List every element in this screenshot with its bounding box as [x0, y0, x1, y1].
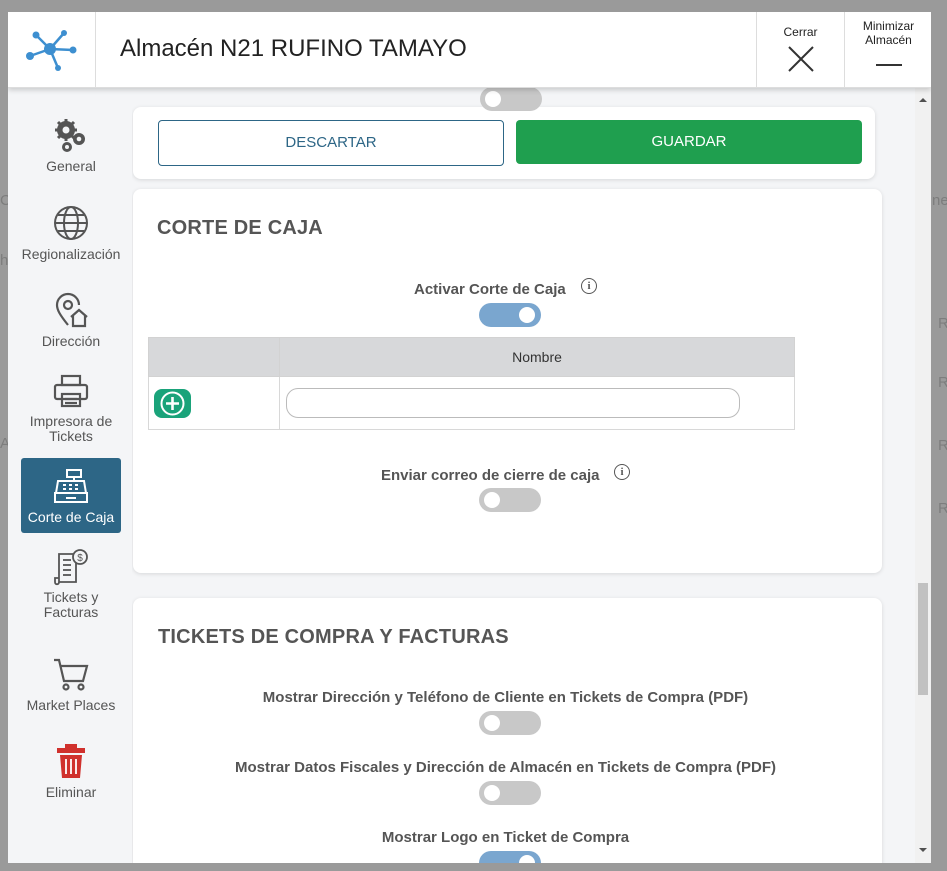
app-logo: [8, 12, 96, 87]
close-button[interactable]: Cerrar: [756, 12, 844, 87]
close-icon: [787, 46, 814, 72]
section-title: CORTE DE CAJA: [157, 217, 323, 239]
datos-fiscales-toggle[interactable]: [479, 781, 541, 805]
option-label: Mostrar Dirección y Teléfono de Cliente …: [262, 689, 749, 706]
option-label: Mostrar Datos Fiscales y Dirección de Al…: [234, 759, 776, 776]
enviar-correo-label: Enviar correo de cierre de caja: [381, 467, 600, 484]
sidebar-item-corte-caja[interactable]: Corte de Caja: [21, 458, 121, 533]
minimize-icon: [875, 64, 902, 66]
minimize-label: Minimizar Almacén: [862, 19, 915, 47]
corte-caja-card: CORTE DE CAJA Activar Corte de Caja i No…: [133, 189, 882, 573]
trash-icon: [57, 744, 85, 778]
svg-text:$: $: [77, 553, 83, 564]
option-label: Mostrar Logo en Ticket de Compra: [381, 829, 630, 846]
sidebar-item-label: Dirección: [41, 333, 101, 349]
actions-card: DESCARTAR GUARDAR: [133, 88, 875, 179]
background-text: ne: [932, 192, 947, 209]
gears-icon: [55, 119, 85, 152]
cash-register-icon: [54, 469, 88, 503]
minimize-button[interactable]: Minimizar Almacén: [844, 12, 931, 87]
background-text: R: [938, 437, 947, 454]
info-icon[interactable]: i: [614, 464, 630, 480]
table-row: [148, 376, 795, 430]
sidebar-item-label: Corte de Caja: [27, 509, 115, 525]
activar-corte-label: Activar Corte de Caja: [414, 281, 566, 298]
scroll-down-icon[interactable]: [915, 842, 931, 858]
cart-icon: [54, 658, 89, 691]
table-cell: [148, 376, 280, 430]
table-header-empty: [148, 337, 280, 377]
section-title: TICKETS DE COMPRA Y FACTURAS: [158, 626, 509, 648]
sidebar-item-general[interactable]: General: [21, 116, 121, 176]
save-button[interactable]: GUARDAR: [516, 120, 862, 164]
background-text: R: [938, 374, 947, 391]
close-label: Cerrar: [783, 25, 818, 39]
enviar-correo-toggle[interactable]: [479, 488, 541, 512]
scrollbar[interactable]: [915, 88, 931, 863]
background-text: R: [938, 500, 947, 517]
table-header-nombre: Nombre: [279, 337, 795, 377]
previous-setting-toggle[interactable]: [480, 88, 542, 111]
activar-corte-toggle[interactable]: [479, 303, 541, 327]
table-cell: [279, 376, 795, 430]
sidebar-item-label: Eliminar: [45, 784, 97, 800]
location-home-icon: [55, 292, 88, 328]
sidebar: General Regionalización Dirección Impres…: [8, 88, 132, 863]
warehouse-modal: Almacén N21 RUFINO TAMAYO Cerrar Minimiz…: [8, 12, 931, 863]
sidebar-item-market-places[interactable]: Market Places: [21, 655, 121, 715]
sidebar-item-eliminar[interactable]: Eliminar: [21, 742, 121, 802]
cliente-direccion-toggle[interactable]: [479, 711, 541, 735]
globe-icon: [54, 206, 88, 240]
sidebar-item-label: Impresora de Tickets: [29, 413, 113, 444]
sidebar-item-tickets[interactable]: $ Tickets y Facturas: [21, 548, 121, 620]
sidebar-item-impresora[interactable]: Impresora de Tickets: [21, 372, 121, 444]
sidebar-item-label: Regionalización: [21, 246, 121, 262]
modal-header: Almacén N21 RUFINO TAMAYO Cerrar Minimiz…: [8, 12, 931, 88]
plus-icon: [160, 391, 185, 415]
invoice-icon: $: [54, 549, 88, 586]
settings-content: DESCARTAR GUARDAR CORTE DE CAJA Activar …: [132, 88, 915, 863]
discard-button[interactable]: DESCARTAR: [158, 120, 504, 166]
background-text: R: [938, 315, 947, 332]
scroll-up-icon[interactable]: [915, 92, 931, 108]
nombre-input[interactable]: [286, 388, 740, 418]
printer-icon: [53, 374, 89, 408]
sidebar-item-regionalizacion[interactable]: Regionalización: [21, 204, 121, 264]
cash-register-names-table: Nombre: [148, 337, 795, 430]
add-row-button[interactable]: [154, 388, 191, 418]
tickets-facturas-card: TICKETS DE COMPRA Y FACTURAS Mostrar Dir…: [133, 598, 882, 863]
sidebar-item-direccion[interactable]: Dirección: [21, 291, 121, 351]
sidebar-item-label: Market Places: [26, 697, 116, 713]
network-logo-icon: [26, 30, 77, 71]
scrollbar-thumb[interactable]: [918, 583, 928, 695]
info-icon[interactable]: i: [581, 278, 597, 294]
sidebar-item-label: General: [46, 158, 96, 174]
sidebar-item-label: Tickets y Facturas: [43, 589, 99, 620]
page-title: Almacén N21 RUFINO TAMAYO: [120, 35, 467, 62]
mostrar-logo-toggle[interactable]: [479, 851, 541, 863]
